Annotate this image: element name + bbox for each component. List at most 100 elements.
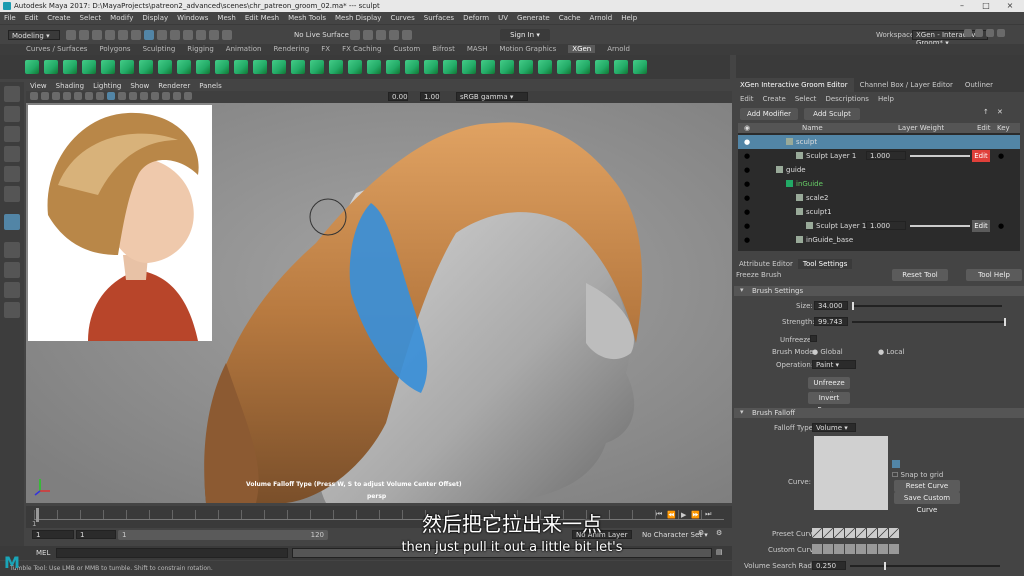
menu-item[interactable]: Help xyxy=(621,14,637,22)
groom-brush-icon[interactable] xyxy=(4,214,20,230)
outliner-row[interactable]: ● inGuide xyxy=(738,177,1020,191)
menu-item[interactable]: Curves xyxy=(390,14,414,22)
volume-radius-slider[interactable] xyxy=(850,565,1000,567)
outliner-row[interactable]: ● Sculpt Layer 1 1.000 Edit ● xyxy=(738,219,1020,233)
layout-two-icon[interactable] xyxy=(986,29,994,37)
xgen-shelf-tool-icon[interactable] xyxy=(423,60,438,74)
isolate-icon[interactable] xyxy=(184,92,192,100)
collapse-arrow-icon[interactable]: ▾ xyxy=(740,408,744,416)
snap-to-grid-checkbox[interactable]: ☐ Snap to grid xyxy=(892,471,943,479)
shelf-tab[interactable]: Motion Graphics xyxy=(499,45,556,53)
xgen-shelf-tool-icon[interactable] xyxy=(157,60,172,74)
layer-weight-slider[interactable] xyxy=(910,225,970,227)
menu-item[interactable]: Deform xyxy=(463,14,489,22)
ambient-occlusion-icon[interactable] xyxy=(162,92,170,100)
shelf-tab[interactable]: Custom xyxy=(393,45,420,53)
layer-weight-field[interactable]: 1.000 xyxy=(866,151,906,160)
hypershade-icon[interactable] xyxy=(389,30,399,40)
snap-live-icon[interactable] xyxy=(222,30,232,40)
xgen-shelf-tool-icon[interactable] xyxy=(214,60,229,74)
visibility-dot-icon[interactable]: ● xyxy=(744,163,750,177)
menu-set-dropdown[interactable]: Modeling ▾ xyxy=(8,30,60,40)
select-tool-icon[interactable] xyxy=(4,86,20,102)
shelf-tab[interactable]: Rigging xyxy=(187,45,214,53)
collapse-arrow-icon[interactable]: ▾ xyxy=(740,286,744,294)
groom-menu-item[interactable]: Help xyxy=(878,95,894,103)
camera-icon[interactable] xyxy=(30,92,38,100)
undo-icon[interactable] xyxy=(105,30,115,40)
brush-settings-header[interactable]: Brush Settings xyxy=(734,286,1024,296)
viewport-menu-item[interactable]: Show xyxy=(130,82,149,90)
paint-select-icon[interactable] xyxy=(4,126,20,142)
menu-item[interactable]: Select xyxy=(80,14,102,22)
outliner-row[interactable]: ● inGuide_base xyxy=(738,233,1020,247)
xgen-shelf-tool-icon[interactable] xyxy=(138,60,153,74)
outliner-row[interactable]: ● Sculpt Layer 1 1.000 Edit ● xyxy=(738,149,1020,163)
reset-tool-button[interactable]: Reset Tool xyxy=(892,269,948,281)
layout-single-icon[interactable] xyxy=(964,29,972,37)
select-component-icon[interactable] xyxy=(157,30,167,40)
unfreeze-checkbox[interactable] xyxy=(810,335,817,342)
shelf-tab[interactable]: XGen xyxy=(568,45,596,53)
add-modifier-button[interactable]: Add Modifier xyxy=(740,108,798,120)
live-surface-field[interactable]: No Live Surface xyxy=(294,31,349,39)
menu-item[interactable]: UV xyxy=(498,14,508,22)
xgen-shelf-tool-icon[interactable] xyxy=(328,60,343,74)
menu-item[interactable]: Windows xyxy=(177,14,208,22)
outliner-row[interactable]: ● scale2 xyxy=(738,191,1020,205)
xgen-shelf-tool-icon[interactable] xyxy=(594,60,609,74)
visibility-dot-icon[interactable]: ● xyxy=(744,149,750,163)
xgen-shelf-tool-icon[interactable] xyxy=(309,60,324,74)
xgen-shelf-tool-icon[interactable] xyxy=(613,60,628,74)
tool-help-button[interactable]: Tool Help xyxy=(966,269,1022,281)
xgen-shelf-tool-icon[interactable] xyxy=(461,60,476,74)
menu-item[interactable]: Modify xyxy=(110,14,133,22)
four-view-icon[interactable] xyxy=(4,262,20,278)
xgen-shelf-tool-icon[interactable] xyxy=(100,60,115,74)
groom-menu-item[interactable]: Descriptions xyxy=(825,95,869,103)
volume-radius-handle[interactable] xyxy=(884,562,886,570)
menu-item[interactable]: Mesh Tools xyxy=(288,14,326,22)
perspective-viewport[interactable]: Volume Falloff Type (Press W, S to adjus… xyxy=(26,103,732,503)
render-icon[interactable] xyxy=(350,30,360,40)
menu-item[interactable]: Create xyxy=(47,14,70,22)
grid-icon[interactable] xyxy=(74,92,82,100)
textured-icon[interactable] xyxy=(129,92,137,100)
global-radio[interactable]: ● Global xyxy=(812,348,843,356)
xray-icon[interactable] xyxy=(173,92,181,100)
film-gate-icon[interactable] xyxy=(85,92,93,100)
layout-outliner-icon[interactable] xyxy=(997,29,1005,37)
key-dot-icon[interactable]: ● xyxy=(998,219,1004,233)
viewport-menu-item[interactable]: Panels xyxy=(199,82,222,90)
xgen-shelf-tool-icon[interactable] xyxy=(556,60,571,74)
menu-item[interactable]: Generate xyxy=(517,14,550,22)
render-settings-icon[interactable] xyxy=(376,30,386,40)
save-custom-curve-button[interactable]: Save Custom Curve xyxy=(894,492,960,514)
xgen-shelf-tool-icon[interactable] xyxy=(518,60,533,74)
select-hierarchy-icon[interactable] xyxy=(131,30,141,40)
menu-item[interactable]: Mesh xyxy=(217,14,235,22)
viewport-menu-item[interactable]: Lighting xyxy=(93,82,121,90)
xgen-shelf-tool-icon[interactable] xyxy=(62,60,77,74)
brush-falloff-header[interactable]: Brush Falloff xyxy=(734,408,1024,418)
close-icon[interactable]: × xyxy=(998,0,1022,12)
viewport-menu-item[interactable]: Shading xyxy=(56,82,84,90)
shelf-tab[interactable]: Bifrost xyxy=(432,45,455,53)
open-scene-icon[interactable] xyxy=(79,30,89,40)
visibility-dot-icon[interactable]: ● xyxy=(744,233,750,247)
xgen-shelf-tool-icon[interactable] xyxy=(632,60,647,74)
shelf-tab[interactable]: FX xyxy=(321,45,330,53)
resolution-gate-icon[interactable] xyxy=(96,92,104,100)
falloff-type-dropdown[interactable]: Volume ▾ xyxy=(812,423,856,432)
xgen-shelf-tool-icon[interactable] xyxy=(43,60,58,74)
shelf-tab[interactable]: Animation xyxy=(226,45,262,53)
size-slider[interactable] xyxy=(852,305,1002,307)
reset-curve-button[interactable]: Reset Curve xyxy=(894,480,960,492)
visibility-dot-icon[interactable]: ● xyxy=(744,205,750,219)
local-radio[interactable]: ● Local xyxy=(878,348,905,356)
xgen-shelf-tool-icon[interactable] xyxy=(195,60,210,74)
layout-four-icon[interactable] xyxy=(975,29,983,37)
menu-item[interactable]: Mesh Display xyxy=(335,14,381,22)
strength-slider[interactable] xyxy=(852,321,1006,323)
persp-outliner-icon[interactable] xyxy=(4,282,20,298)
